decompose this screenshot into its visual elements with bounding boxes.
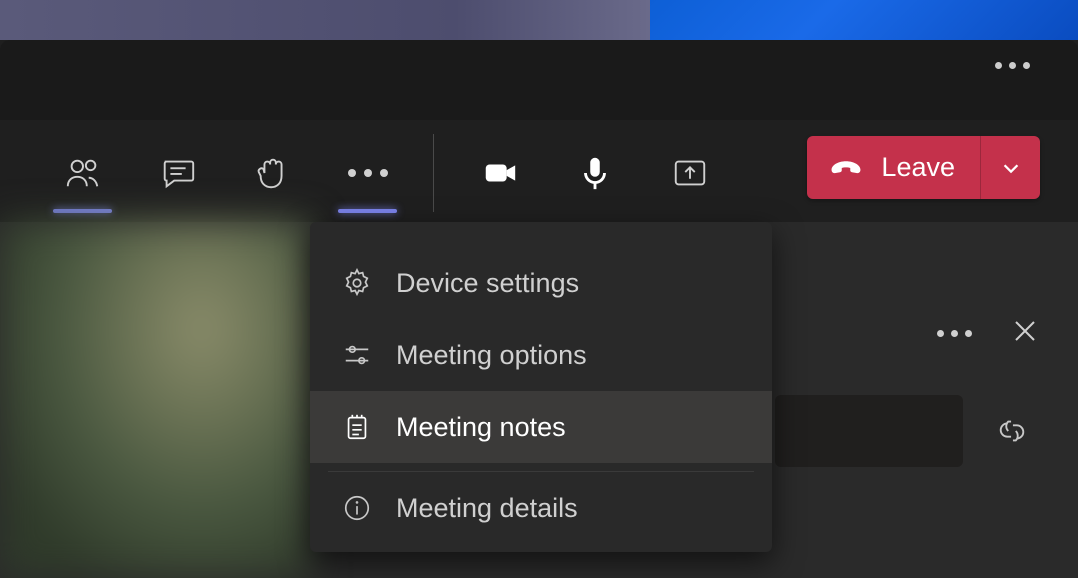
more-actions-menu: Device settings Meeting options Meeting … xyxy=(310,222,772,552)
menu-item-meeting-details[interactable]: Meeting details xyxy=(310,472,772,544)
window-top-strip xyxy=(0,0,1078,40)
chevron-down-icon xyxy=(1000,157,1022,179)
share-button[interactable] xyxy=(642,130,737,215)
menu-item-label: Device settings xyxy=(396,268,579,299)
mic-button[interactable] xyxy=(547,130,642,215)
top-bar xyxy=(0,40,1078,120)
copy-link-button[interactable] xyxy=(996,415,1028,452)
leave-label: Leave xyxy=(881,152,955,183)
leave-button[interactable]: Leave xyxy=(807,136,980,199)
gear-icon xyxy=(342,268,372,298)
chat-button[interactable] xyxy=(130,130,225,215)
leave-dropdown-button[interactable] xyxy=(980,136,1040,199)
video-tile-partial-2 xyxy=(650,0,1078,40)
menu-item-meeting-notes[interactable]: Meeting notes xyxy=(310,391,772,463)
mic-icon xyxy=(576,154,614,192)
app-more-button[interactable] xyxy=(995,62,1030,69)
sliders-icon xyxy=(342,340,372,370)
people-icon xyxy=(64,154,102,192)
raise-hand-button[interactable] xyxy=(225,130,320,215)
close-icon xyxy=(1012,318,1038,344)
video-tile-partial xyxy=(0,0,650,40)
meeting-toolbar: Leave xyxy=(0,130,1078,215)
leave-button-group: Leave xyxy=(807,136,1040,199)
menu-item-device-settings[interactable]: Device settings xyxy=(310,247,772,319)
info-icon xyxy=(342,493,372,523)
video-blur-thumb xyxy=(0,222,310,578)
active-underline xyxy=(338,209,397,213)
raise-hand-icon xyxy=(254,154,292,192)
panel-more-button[interactable] xyxy=(937,330,972,337)
menu-item-label: Meeting notes xyxy=(396,412,566,443)
camera-button[interactable] xyxy=(452,130,547,215)
active-underline xyxy=(53,209,112,213)
share-screen-icon xyxy=(671,154,709,192)
side-panel-controls xyxy=(937,318,1038,349)
hangup-icon xyxy=(829,151,863,185)
more-actions-button[interactable] xyxy=(320,130,415,215)
people-button[interactable] xyxy=(35,130,130,215)
panel-close-button[interactable] xyxy=(1012,318,1038,349)
camera-icon xyxy=(481,154,519,192)
menu-item-label: Meeting details xyxy=(396,493,578,524)
menu-item-label: Meeting options xyxy=(396,340,587,371)
notes-icon xyxy=(342,412,372,442)
search-or-input-box[interactable] xyxy=(775,395,963,467)
menu-item-meeting-options[interactable]: Meeting options xyxy=(310,319,772,391)
more-icon xyxy=(348,169,388,177)
toolbar-divider xyxy=(433,134,434,212)
link-icon xyxy=(996,415,1028,447)
chat-icon xyxy=(159,154,197,192)
